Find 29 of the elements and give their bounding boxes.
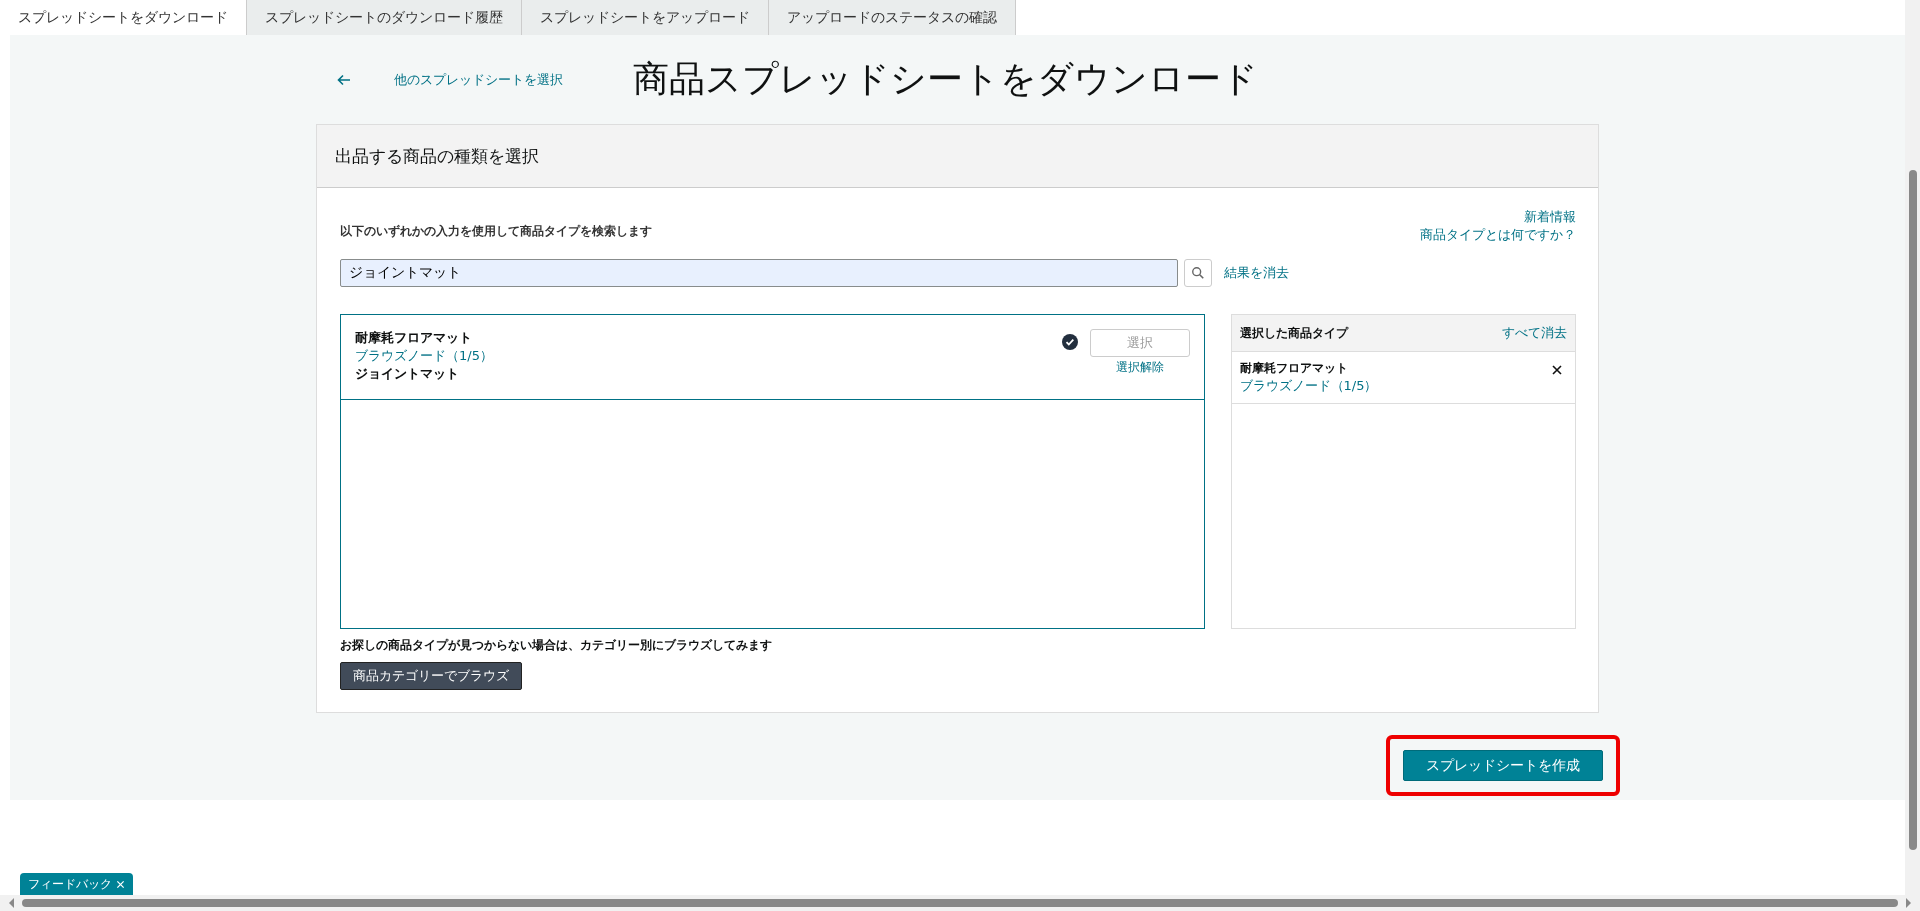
page-title: 商品スプレッドシートをダウンロード: [633, 57, 1258, 101]
tab[interactable]: アップロードのステータスの確認: [769, 0, 1016, 35]
clear-all-link[interactable]: すべて消去: [1502, 324, 1567, 342]
help-link[interactable]: 新着情報: [1524, 208, 1576, 226]
browse-node-link[interactable]: ブラウズノード（1/5）: [355, 347, 493, 365]
vertical-scrollbar[interactable]: [1905, 0, 1920, 895]
close-icon[interactable]: [1551, 364, 1563, 376]
search-hint: 以下のいずれかの入力を使用して商品タイプを検索します: [340, 223, 652, 240]
search-button[interactable]: [1184, 259, 1212, 287]
deselect-link[interactable]: 選択解除: [1115, 359, 1164, 376]
tab[interactable]: スプレッドシートのダウンロード履歴: [247, 0, 522, 35]
search-field[interactable]: ジョイントマット: [340, 259, 1178, 287]
browse-node-link[interactable]: ブラウズノード（1/5）: [1239, 377, 1378, 395]
back-link[interactable]: 他のスプレッドシートを選択: [394, 70, 563, 89]
horizontal-scrollbar[interactable]: [0, 895, 1920, 911]
product-type-name: 耐摩耗フロアマット: [355, 329, 473, 347]
not-found-text: お探しの商品タイプが見つからない場合は、カテゴリー別にブラウズしてみます: [340, 637, 773, 654]
tab[interactable]: スプレッドシートをアップロード: [522, 0, 769, 35]
result-row[interactable]: 耐摩耗フロアマット ブラウズノード（1/5） ジョイントマット 選択 選択解除: [341, 315, 1204, 400]
create-spreadsheet-button[interactable]: スプレッドシートを作成: [1403, 750, 1603, 781]
panel-title: 選択した商品タイプ: [1239, 324, 1348, 342]
keyword-text: ジョイントマット: [355, 365, 460, 383]
browse-category-button[interactable]: 商品カテゴリーでブラウズ: [340, 662, 522, 690]
search-icon: [1191, 266, 1205, 280]
card-header: 出品する商品の種類を選択: [317, 125, 1598, 188]
feedback-tab[interactable]: フィードバック: [20, 873, 133, 895]
help-link[interactable]: 商品タイプとは何ですか？: [1420, 226, 1576, 244]
clear-results-link[interactable]: 結果を消去: [1224, 264, 1289, 282]
product-type-name: 耐摩耗フロアマット: [1239, 360, 1349, 377]
